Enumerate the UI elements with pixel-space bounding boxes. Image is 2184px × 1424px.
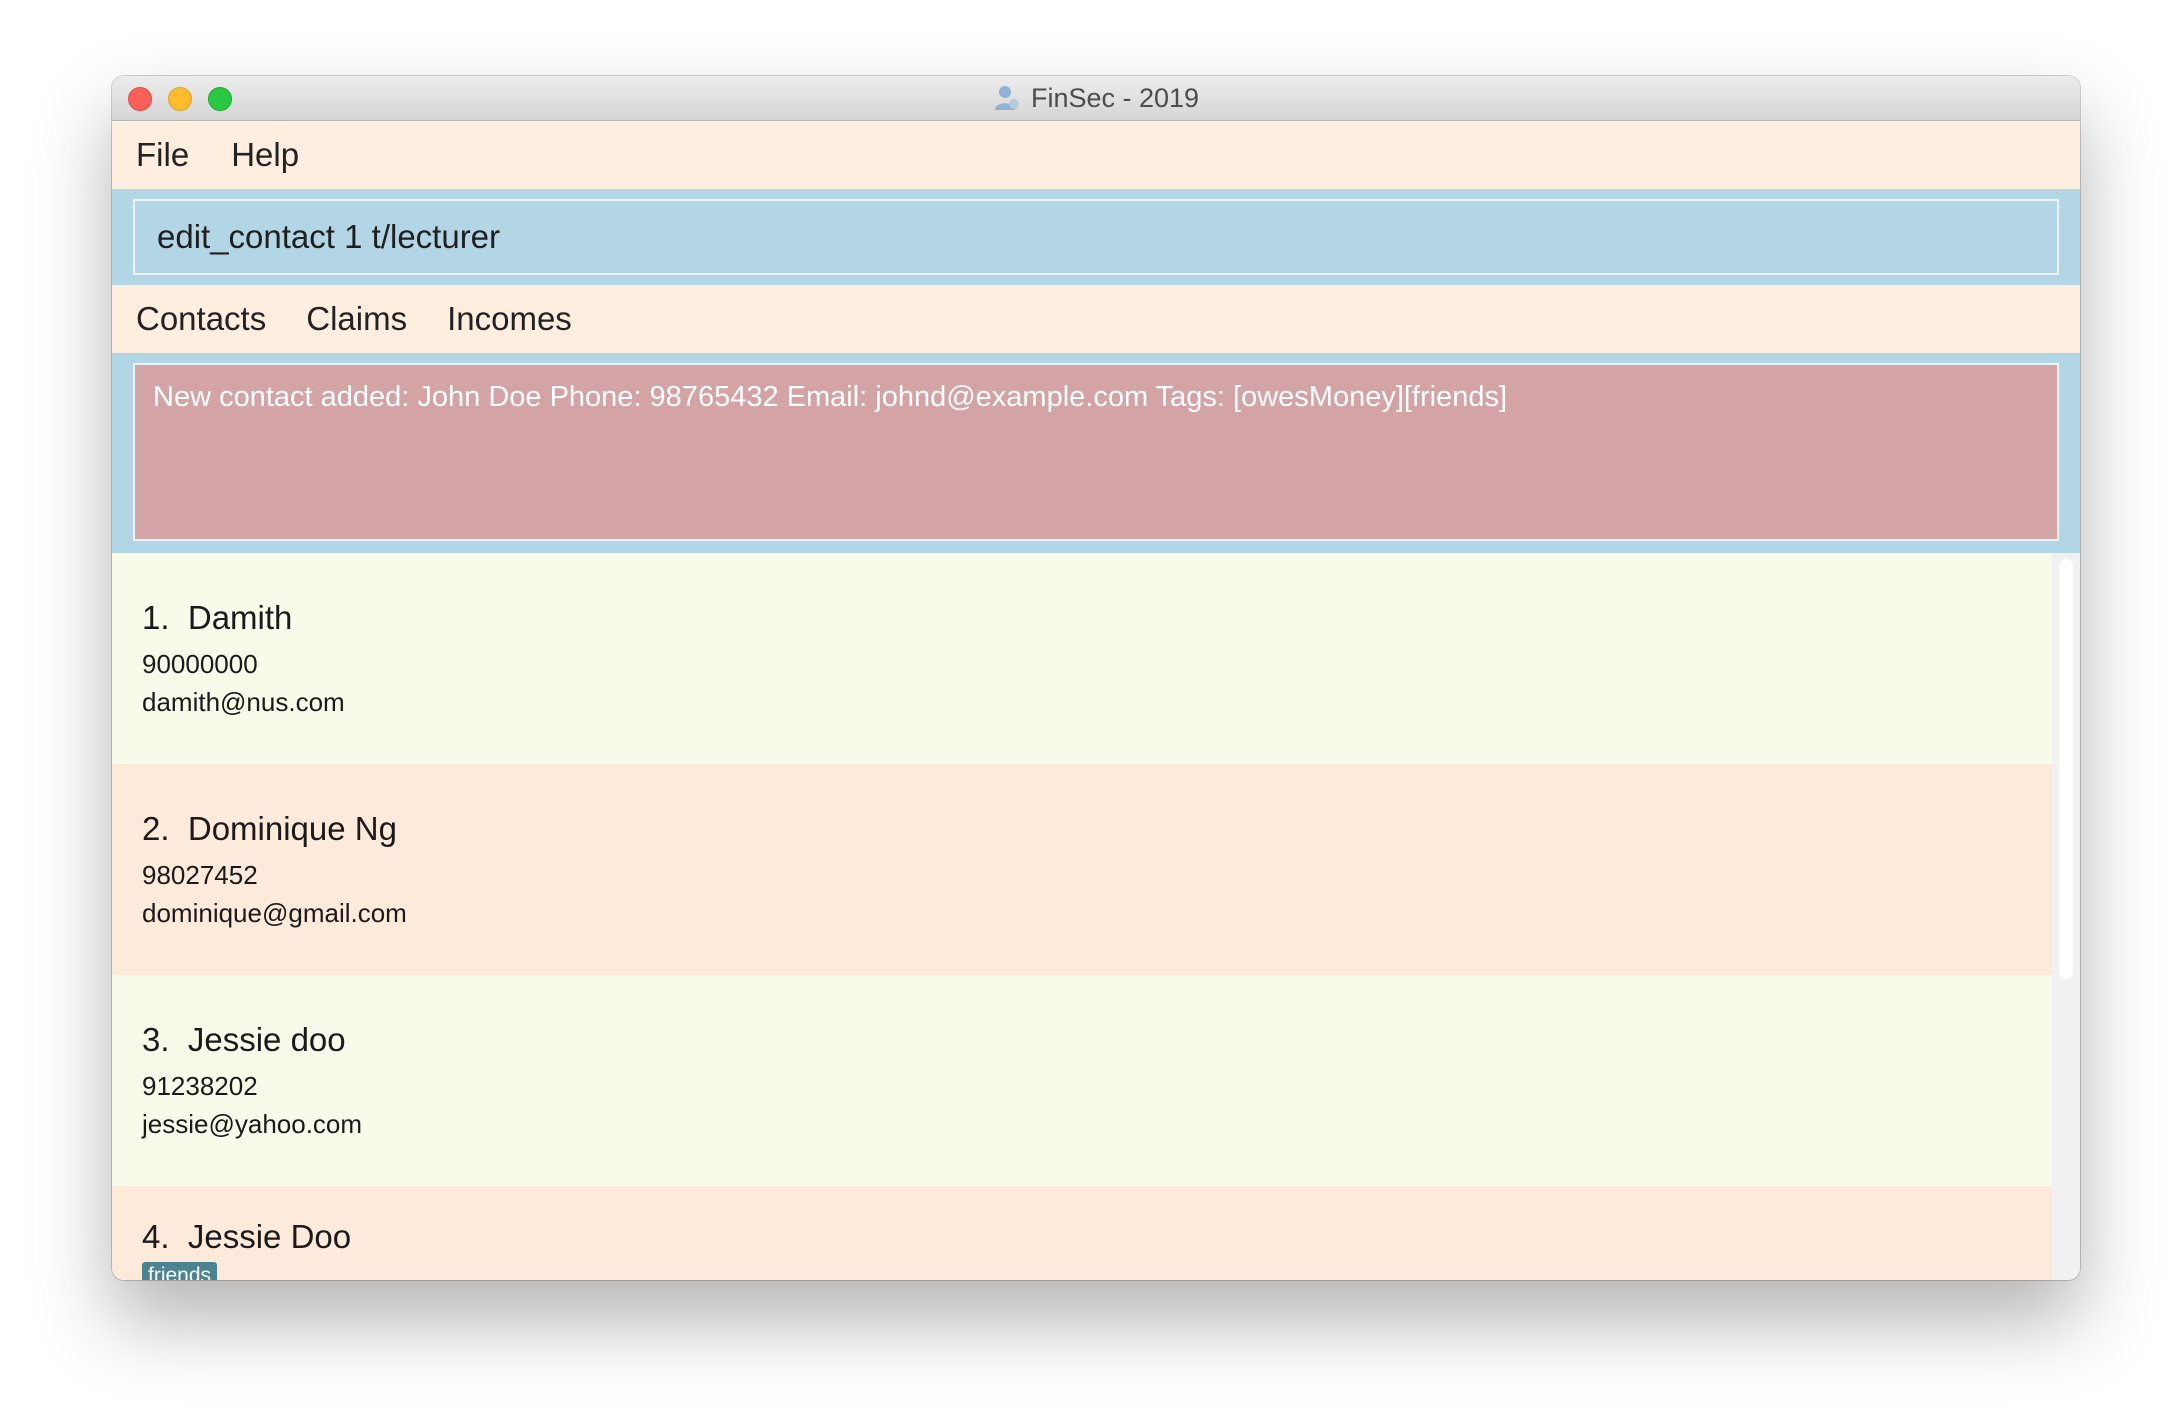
title-bar[interactable]: FinSec - 2019 — [112, 76, 2080, 121]
contact-card[interactable]: 3. Jessie doo 91238202 jessie@yahoo.com — [112, 975, 2052, 1186]
contact-card[interactable]: 1. Damith 90000000 damith@nus.com — [112, 553, 2052, 764]
result-display: New contact added: John Doe Phone: 98765… — [133, 363, 2059, 541]
desktop-background: FinSec - 2019 File Help Contacts Claims … — [0, 0, 2184, 1424]
tab-contacts[interactable]: Contacts — [136, 300, 266, 338]
window-title-group: FinSec - 2019 — [112, 76, 2080, 120]
contact-email: dominique@gmail.com — [142, 898, 407, 928]
contact-phone: 90000000 — [142, 649, 258, 679]
contact-phone: 91238202 — [142, 1071, 258, 1101]
contact-email: damith@nus.com — [142, 687, 345, 717]
contact-phone: 98027452 — [142, 860, 258, 890]
scrollbar-thumb[interactable] — [2059, 559, 2073, 979]
menu-bar: File Help — [112, 121, 2080, 189]
contact-list[interactable]: 1. Damith 90000000 damith@nus.com 2. Dom… — [112, 553, 2080, 1280]
menu-file[interactable]: File — [136, 136, 189, 174]
menu-help[interactable]: Help — [231, 136, 299, 174]
command-input[interactable] — [133, 199, 2059, 275]
window-title: FinSec - 2019 — [1030, 82, 1200, 113]
contact-card[interactable]: 4. Jessie Doo friends — [112, 1186, 2052, 1280]
contact-name: 1. Damith — [142, 599, 293, 636]
person-icon — [994, 86, 1019, 110]
contact-name: 2. Dominique Ng — [142, 810, 397, 847]
scrollbar-track[interactable] — [2052, 553, 2080, 1280]
contact-tag: friends — [142, 1262, 218, 1280]
contact-name: 3. Jessie doo — [142, 1021, 346, 1058]
contact-name: 4. Jessie Doo — [142, 1218, 352, 1255]
result-display-panel: New contact added: John Doe Phone: 98765… — [112, 353, 2080, 553]
contact-email: jessie@yahoo.com — [142, 1109, 363, 1139]
app-window: FinSec - 2019 File Help Contacts Claims … — [112, 76, 2080, 1280]
contact-card[interactable]: 2. Dominique Ng 98027452 dominique@gmail… — [112, 764, 2052, 975]
command-box-panel — [112, 189, 2080, 285]
tab-claims[interactable]: Claims — [306, 300, 407, 338]
tab-bar: Contacts Claims Incomes — [112, 285, 2080, 353]
tab-incomes[interactable]: Incomes — [447, 300, 572, 338]
